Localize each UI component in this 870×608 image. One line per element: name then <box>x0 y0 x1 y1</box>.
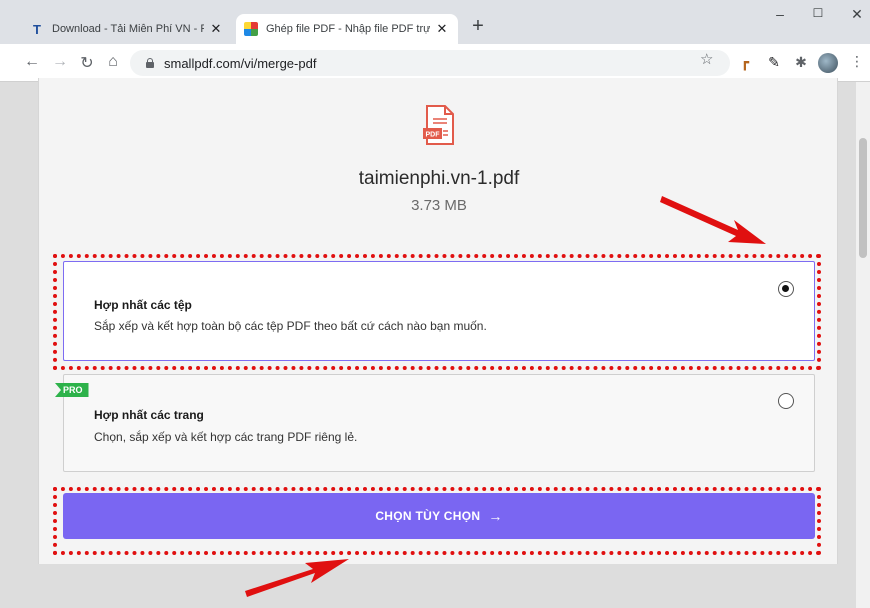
tab-title: Ghép file PDF - Nhập file PDF trự <box>266 23 430 35</box>
smallpdf-icon <box>244 22 258 36</box>
tab-merge-pdf[interactable]: Ghép file PDF - Nhập file PDF trự ✕ <box>236 14 458 44</box>
profile-avatar[interactable] <box>818 53 838 73</box>
new-tab-button[interactable]: + <box>466 15 490 38</box>
eyedropper-icon[interactable]: ✎ <box>765 53 783 71</box>
minimize-button[interactable]: – <box>770 6 790 22</box>
t-letter-icon: T <box>33 21 41 37</box>
option-merge-pages[interactable]: PRO Hợp nhất các trang Chọn, sắp xếp và … <box>55 374 815 472</box>
radio-merge-pages[interactable] <box>778 393 794 409</box>
close-tab-icon[interactable]: ✕ <box>208 21 224 37</box>
browser-toolbar: ← → ↻ ⌂ smallpdf.com/vi/merge-pdf ☆ ┏ ✎ … <box>0 44 870 82</box>
pro-badge: PRO <box>55 383 89 397</box>
lock-icon <box>144 57 156 69</box>
extensions-puzzle-icon[interactable]: ✱ <box>792 53 810 71</box>
close-tab-icon[interactable]: ✕ <box>434 21 450 37</box>
option-title: Hợp nhất các trang <box>94 408 204 422</box>
tab-title: Download - Tải Miễn Phí VN - Pl <box>52 23 204 35</box>
maximize-button[interactable]: ☐ <box>808 6 828 20</box>
forward-icon[interactable]: → <box>50 53 70 71</box>
url-text: smallpdf.com/vi/merge-pdf <box>164 55 317 71</box>
option-description: Chọn, sắp xếp và kết hợp các trang PDF r… <box>94 430 358 444</box>
tab-download[interactable]: T Download - Tải Miễn Phí VN - Pl ✕ <box>22 14 232 44</box>
extension-hammer-icon[interactable]: ┏ <box>736 53 754 71</box>
vertical-scrollbar[interactable] <box>856 82 870 608</box>
highlight-frame-button <box>53 487 821 555</box>
close-window-button[interactable]: ✕ <box>847 6 867 23</box>
highlight-frame-option <box>53 254 821 370</box>
pdf-file-icon: PDF <box>423 105 454 145</box>
scrollbar-thumb[interactable] <box>859 138 867 258</box>
tab-strip: T Download - Tải Miễn Phí VN - Pl ✕ Ghép… <box>0 0 870 44</box>
reload-icon[interactable]: ↻ <box>77 53 97 73</box>
back-icon[interactable]: ← <box>22 53 42 71</box>
home-icon[interactable]: ⌂ <box>103 53 123 71</box>
annotation-arrow-bottom <box>245 559 349 597</box>
address-bar[interactable]: smallpdf.com/vi/merge-pdf <box>130 50 730 76</box>
file-name: taimienphi.vn-1.pdf <box>358 168 520 189</box>
menu-kebab-icon[interactable]: ⋮ <box>850 53 864 70</box>
bookmark-star-icon[interactable]: ☆ <box>700 50 713 68</box>
pdf-label: PDF <box>426 132 441 139</box>
annotation-arrow-top <box>660 196 766 244</box>
